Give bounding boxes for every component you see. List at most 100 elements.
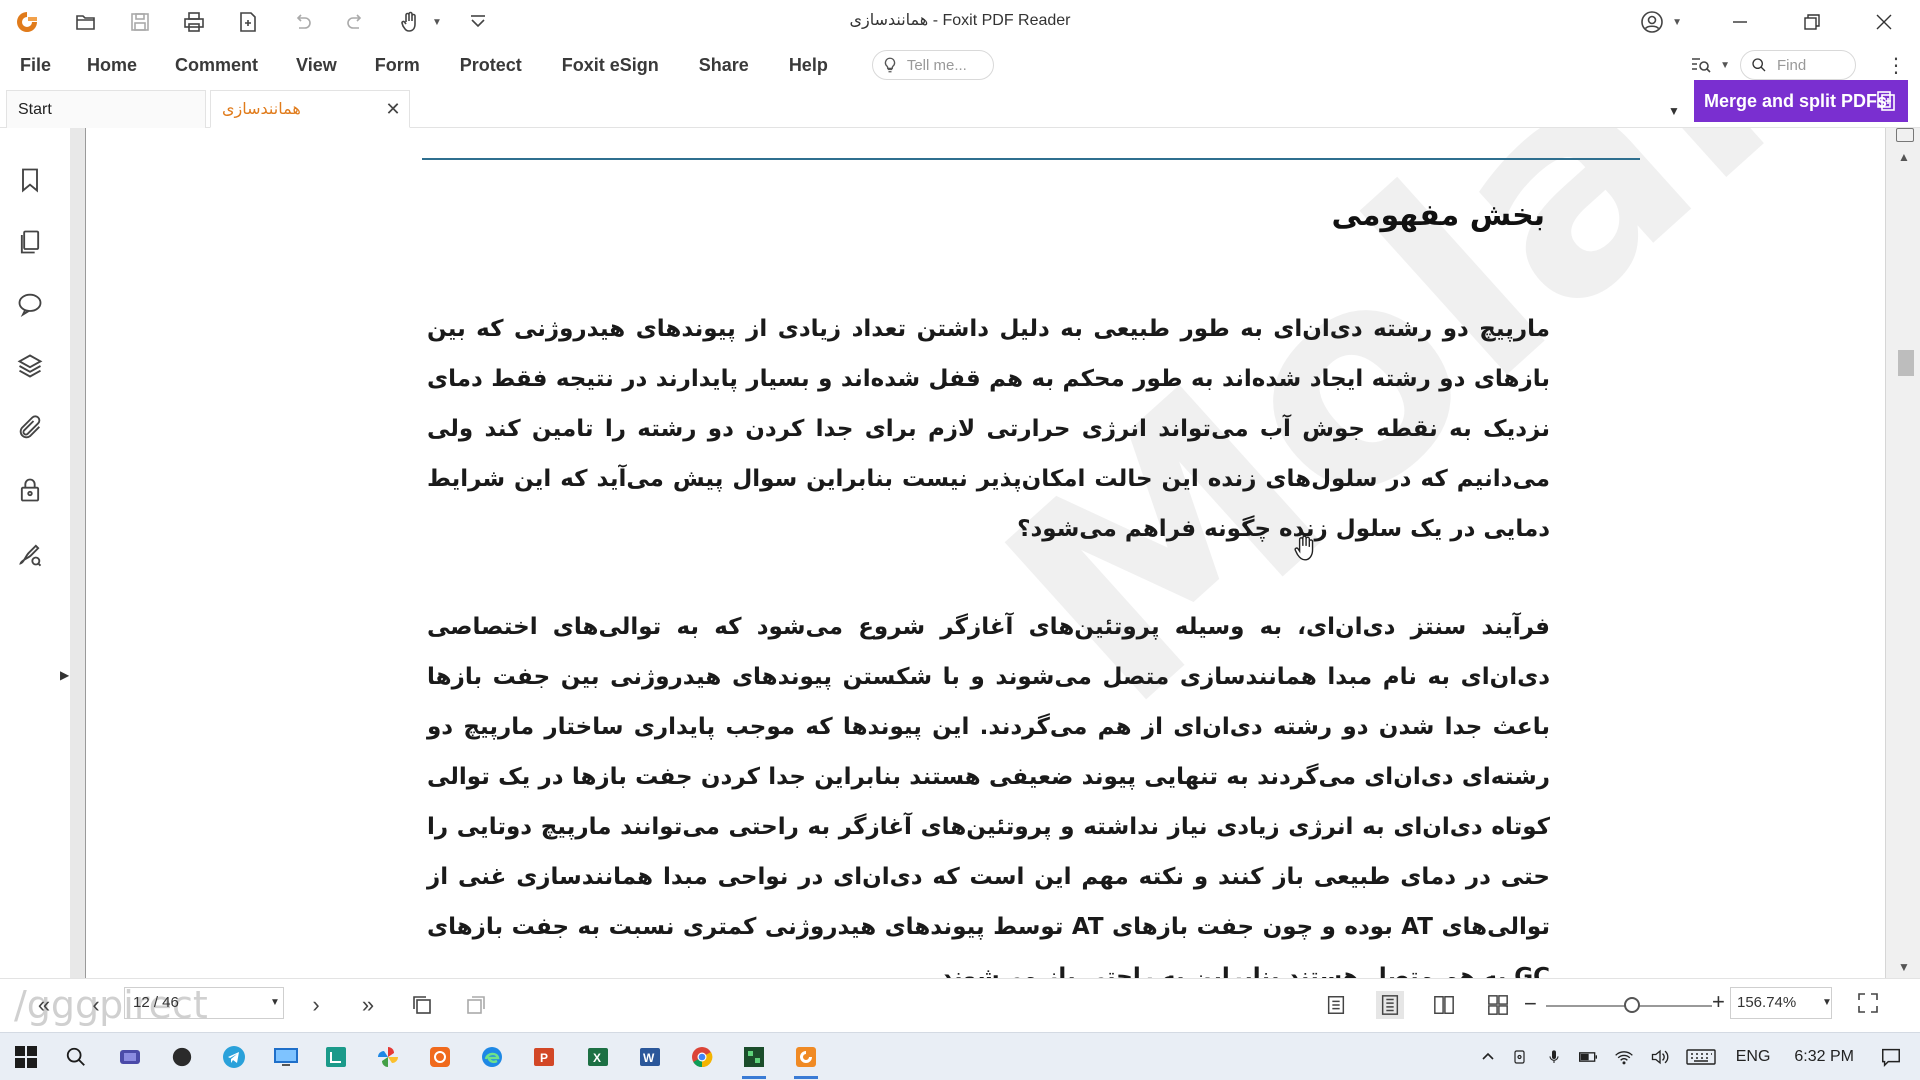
last-page-icon[interactable]: » — [354, 991, 382, 1019]
zoom-level-input[interactable]: 156.74% — [1730, 987, 1832, 1019]
meet-now-icon[interactable] — [1512, 1048, 1530, 1066]
windows-start-icon[interactable] — [8, 1039, 44, 1075]
split-view-icon[interactable] — [1896, 128, 1914, 142]
microphone-icon[interactable] — [1546, 1048, 1562, 1066]
merge-split-pdfs-button[interactable]: Merge and split PDFs — [1694, 80, 1908, 122]
restore-button[interactable] — [1776, 0, 1848, 44]
signature-icon[interactable] — [14, 538, 46, 570]
undo-icon[interactable] — [284, 4, 320, 40]
tab-document-label: همانندسازی — [222, 101, 301, 118]
touch-keyboard-icon[interactable] — [1686, 1048, 1716, 1066]
zoom-out-icon[interactable]: − — [1524, 991, 1537, 1017]
next-view-icon[interactable] — [462, 991, 490, 1019]
pinwheel-app-icon[interactable] — [370, 1039, 406, 1075]
menu-help[interactable]: Help — [763, 44, 842, 86]
close-window-button[interactable] — [1848, 0, 1920, 44]
zoom-slider-handle[interactable] — [1624, 997, 1641, 1013]
attachments-icon[interactable] — [14, 412, 46, 444]
tab-start[interactable]: Start — [6, 90, 206, 128]
tab-list-dropdown-icon[interactable]: ▼ — [1668, 104, 1680, 118]
word-icon[interactable]: W — [632, 1039, 668, 1075]
search-options-icon[interactable] — [1686, 53, 1716, 77]
next-page-icon[interactable]: › — [302, 991, 330, 1019]
clock-time[interactable]: 6:32 PM — [1794, 1048, 1854, 1066]
input-language[interactable]: ENG — [1736, 1048, 1771, 1066]
paragraph-1: مارپیچ دو رشته دی‌ان‌ای به طور طبیعی به … — [427, 316, 1550, 542]
zoom-in-icon[interactable]: + — [1712, 989, 1725, 1015]
vertical-scrollbar[interactable]: ▲ ▼ — [1885, 128, 1920, 978]
tell-me-search[interactable]: Tell me... — [871, 50, 994, 80]
taskbar-app-icon[interactable] — [112, 1039, 148, 1075]
print-icon[interactable] — [176, 4, 212, 40]
orange-app-icon[interactable] — [422, 1039, 458, 1075]
page-dropdown-icon[interactable]: ▼ — [270, 997, 280, 1008]
chrome-browser-icon[interactable] — [684, 1039, 720, 1075]
menu-foxit-esign[interactable]: Foxit eSign — [536, 44, 673, 86]
layers-icon[interactable] — [14, 350, 46, 382]
pdf-page[interactable]: Molahi بخش مفهومی مارپیچ دو رشته دی‌ان‌ا… — [87, 128, 1885, 978]
wifi-icon[interactable] — [1614, 1048, 1634, 1066]
menu-view[interactable]: View — [272, 44, 351, 86]
security-lock-icon[interactable] — [14, 474, 46, 506]
continuous-view-icon[interactable] — [1376, 991, 1404, 1019]
bookmark-icon[interactable] — [14, 164, 46, 196]
first-page-icon[interactable]: « — [30, 991, 58, 1019]
hand-tool-dropdown-icon[interactable]: ▼ — [432, 17, 442, 28]
hand-tool-icon[interactable] — [392, 4, 428, 40]
menu-share[interactable]: Share — [673, 44, 763, 86]
close-tab-icon[interactable]: ✕ — [385, 99, 401, 119]
menu-form[interactable]: Form — [351, 44, 434, 86]
desktop-app-icon[interactable] — [268, 1039, 304, 1075]
green-grid-app-icon[interactable] — [736, 1039, 772, 1079]
show-hidden-icons-icon[interactable] — [1480, 1049, 1496, 1065]
continuous-facing-view-icon[interactable] — [1484, 991, 1512, 1019]
menu-protect[interactable]: Protect — [434, 44, 536, 86]
menu-home[interactable]: Home — [65, 44, 151, 86]
menu-comment[interactable]: Comment — [151, 44, 272, 86]
open-folder-icon[interactable] — [68, 4, 104, 40]
minimize-button[interactable] — [1704, 0, 1776, 44]
previous-view-icon[interactable] — [408, 991, 436, 1019]
create-pdf-icon[interactable] — [230, 4, 266, 40]
title-bar: ▼ همانندسازی - Foxit PDF Reader ▼ — [0, 0, 1920, 44]
teal-app-icon[interactable] — [318, 1039, 354, 1075]
redo-icon[interactable] — [338, 4, 374, 40]
previous-page-icon[interactable]: ‹ — [82, 991, 110, 1019]
page-number-value: 12 / 46 — [133, 994, 179, 1011]
scroll-up-icon[interactable]: ▲ — [1898, 150, 1910, 164]
zoom-dropdown-icon[interactable]: ▼ — [1822, 997, 1832, 1008]
menu-file[interactable]: File — [0, 44, 65, 86]
volume-icon[interactable] — [1650, 1048, 1670, 1066]
single-page-view-icon[interactable] — [1322, 991, 1350, 1019]
comments-icon[interactable] — [14, 288, 46, 320]
svg-text:W: W — [643, 1051, 655, 1065]
more-options-icon[interactable]: ⋮ — [1886, 53, 1906, 78]
notifications-icon[interactable] — [1880, 1046, 1902, 1068]
battery-icon[interactable] — [1578, 1048, 1598, 1066]
taskbar-app-dark-icon[interactable] — [164, 1039, 200, 1075]
edge-browser-icon[interactable] — [474, 1039, 510, 1075]
account-icon[interactable] — [1632, 2, 1672, 42]
scroll-thumb[interactable] — [1898, 350, 1914, 376]
excel-icon[interactable]: X — [580, 1039, 616, 1075]
fullscreen-icon[interactable] — [1856, 991, 1884, 1019]
page-thumbnails-icon[interactable] — [14, 226, 46, 258]
taskbar-search-icon[interactable] — [58, 1039, 94, 1075]
page-number-input[interactable]: 12 / 46 — [124, 987, 284, 1019]
account-dropdown-icon[interactable]: ▼ — [1672, 17, 1682, 28]
search-options-dropdown-icon[interactable]: ▼ — [1720, 60, 1730, 71]
svg-text:P: P — [540, 1051, 548, 1065]
customize-toolbar-icon[interactable] — [460, 4, 496, 40]
foxit-logo-icon[interactable] — [14, 9, 40, 35]
telegram-icon[interactable] — [216, 1039, 252, 1075]
powerpoint-icon[interactable]: P — [526, 1039, 562, 1075]
facing-view-icon[interactable] — [1430, 991, 1458, 1019]
save-icon[interactable] — [122, 4, 158, 40]
tab-document[interactable]: همانندسازی ✕ — [210, 90, 410, 128]
find-placeholder: Find — [1777, 56, 1807, 74]
tab-start-label: Start — [18, 100, 52, 118]
find-input[interactable]: Find — [1740, 50, 1856, 80]
scroll-down-icon[interactable]: ▼ — [1898, 960, 1910, 974]
foxit-taskbar-icon[interactable] — [788, 1039, 824, 1079]
panel-divider[interactable] — [70, 128, 86, 978]
